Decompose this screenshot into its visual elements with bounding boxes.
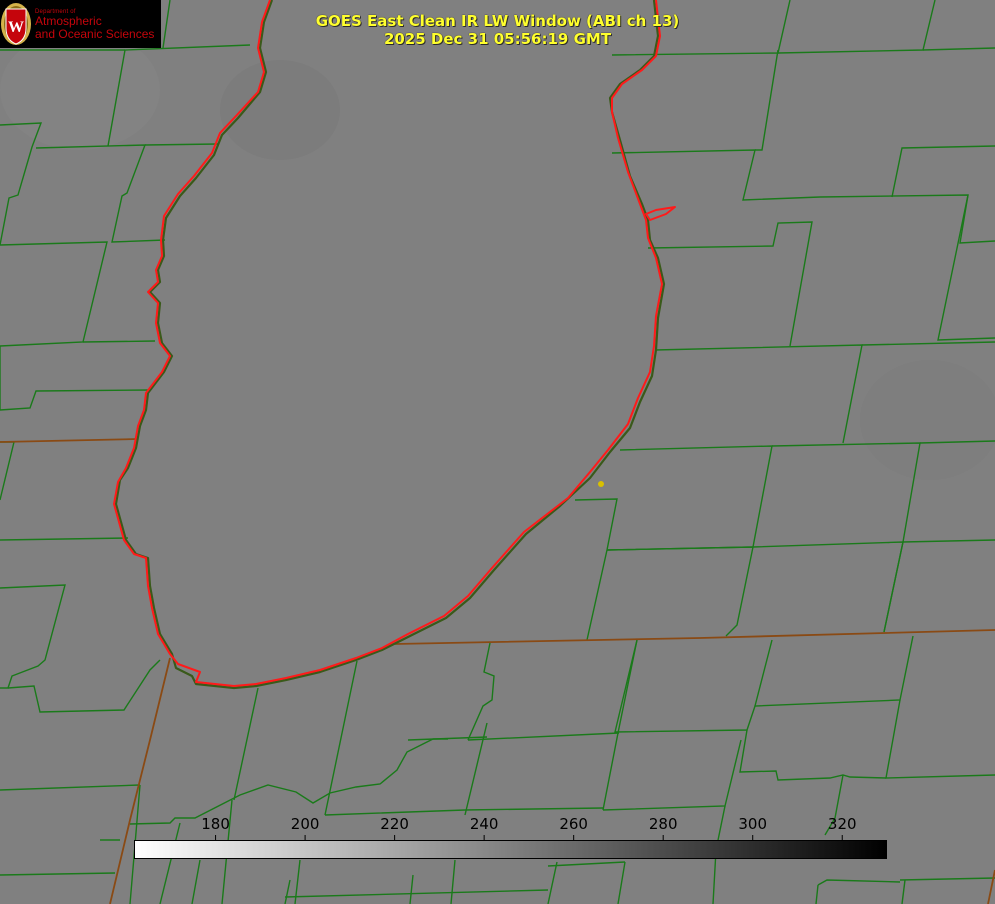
- colorbar-tick-label: 260: [559, 815, 588, 833]
- colorbar-tick-label: 280: [648, 815, 678, 833]
- image-timestamp: 2025 Dec 31 05:56:19 GMT: [383, 30, 612, 48]
- colorbar-tick-label: 180: [201, 815, 230, 833]
- colorbar-tick-label: 240: [469, 815, 499, 833]
- colorbar-tick-label: 200: [290, 815, 320, 833]
- colorbar-tick-label: 220: [380, 815, 409, 833]
- colorbar-tick-label: 300: [738, 815, 768, 833]
- satellite-map: [0, 0, 995, 904]
- location-marker: [598, 481, 604, 487]
- colorbar: [134, 840, 887, 859]
- image-title: GOES East Clean IR LW Window (ABI ch 13): [315, 12, 680, 30]
- colorbar-tick-label: 320: [827, 815, 857, 833]
